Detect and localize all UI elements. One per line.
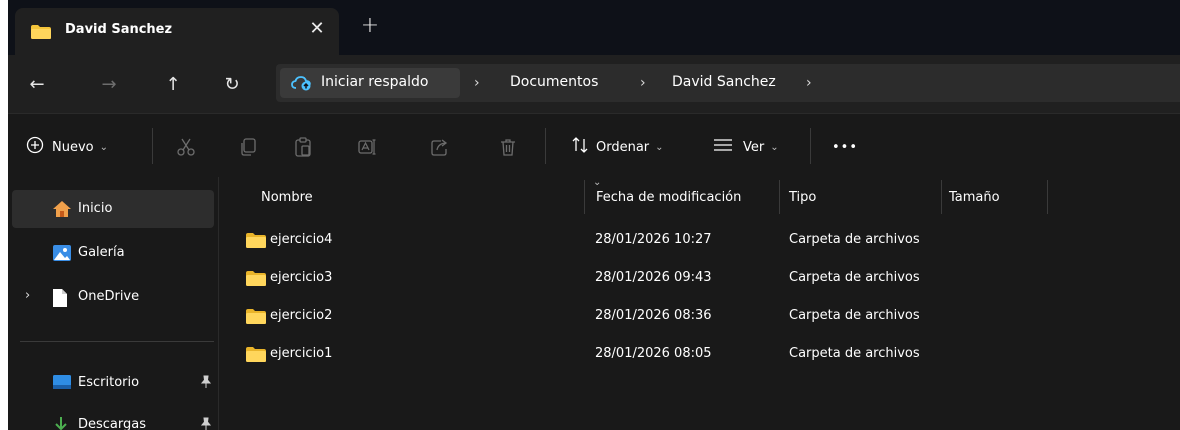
delete-icon[interactable] [498,137,520,159]
column-divider[interactable] [779,180,780,214]
rename-icon[interactable] [357,137,379,159]
onedrive-backup-icon [291,75,313,95]
file-type: Carpeta de archivos [789,232,920,247]
sidebar-item-inicio[interactable]: Inicio [12,190,214,228]
file-list: ⌄ Nombre Fecha de modificación Tipo Tama… [219,177,1180,430]
pin-icon[interactable] [200,417,212,430]
chevron-right-icon: › [474,75,480,91]
document-icon [52,288,68,312]
desktop-icon [52,374,72,394]
sidebar-item-label: Galería [78,245,125,260]
file-date: 28/01/2026 10:27 [595,232,712,247]
file-type: Carpeta de archivos [789,308,920,323]
home-icon [52,200,72,222]
folder-icon [245,232,267,253]
gallery-icon [52,244,72,266]
view-button[interactable]: Ver ⌄ [713,132,779,162]
column-divider[interactable] [1047,180,1048,214]
toolbar-divider [545,128,546,164]
chevron-down-icon: ⌄ [99,141,108,153]
folder-icon [245,346,267,367]
sort-indicator-icon: ⌄ [593,177,602,188]
crumb-documentos[interactable]: Documentos [510,74,598,90]
plus-circle-icon [26,136,44,158]
sidebar-item-onedrive[interactable]: › OneDrive [12,278,214,316]
share-icon[interactable] [430,137,452,159]
list-item[interactable]: ejercicio2 28/01/2026 08:36 Carpeta de a… [219,298,1180,336]
column-divider[interactable] [941,180,942,214]
view-label: Ver [743,139,765,155]
navigation-pane: Inicio Galería › OneDrive Escritorio Des… [8,177,219,430]
column-header-date[interactable]: Fecha de modificación [596,190,741,220]
file-type: Carpeta de archivos [789,346,920,361]
new-tab-button[interactable]: + [357,14,383,40]
new-label: Nuevo [52,139,94,155]
window-left-edge [0,0,8,430]
sidebar-item-escritorio[interactable]: Escritorio [12,364,214,402]
chevron-right-icon[interactable]: › [25,288,30,303]
file-name: ejercicio3 [270,270,333,285]
forward-button[interactable]: → [95,71,123,99]
sidebar-item-label: OneDrive [78,289,140,304]
sidebar-item-galeria[interactable]: Galería [12,234,214,272]
download-icon [52,416,70,430]
column-header-name[interactable]: Nombre [261,190,313,220]
address-bar[interactable]: Iniciar respaldo › Documentos › David Sa… [276,64,1180,102]
file-explorer-window: David Sanchez ✕ + ← → ↑ ↻ Iniciar respal… [0,0,1180,430]
refresh-button[interactable]: ↻ [218,71,246,99]
file-name: ejercicio1 [270,346,333,361]
cut-icon[interactable] [176,137,198,159]
toolbar-divider [152,128,153,164]
sidebar-item-label: Inicio [78,201,113,216]
column-header-size[interactable]: Tamaño [949,190,1000,220]
file-name: ejercicio2 [270,308,333,323]
sidebar-divider [20,341,214,342]
backup-label: Iniciar respaldo [321,74,429,90]
navigation-bar: ← → ↑ ↻ Iniciar respaldo › Documentos › … [0,55,1180,113]
toolbar-divider [810,128,811,164]
sort-button[interactable]: Ordenar ⌄ [571,132,664,162]
pin-icon[interactable] [200,375,212,392]
chevron-right-icon: › [640,75,646,91]
command-bar: Nuevo ⌄ Ordenar ⌄ Ver ⌄ ••• [0,113,1180,178]
view-list-icon [713,137,733,157]
sidebar-item-label: Descargas [78,417,147,430]
list-item[interactable]: ejercicio4 28/01/2026 10:27 Carpeta de a… [219,222,1180,260]
sort-icon [571,136,589,158]
close-icon[interactable]: ✕ [304,16,330,42]
sidebar-item-label: Escritorio [78,375,140,390]
chevron-down-icon: ⌄ [770,141,779,153]
file-date: 28/01/2026 09:43 [595,270,712,285]
tab-strip: David Sanchez ✕ + [0,0,1180,55]
backup-crumb[interactable]: Iniciar respaldo [280,68,460,98]
up-button[interactable]: ↑ [159,71,187,99]
copy-icon[interactable] [238,137,260,159]
paste-icon[interactable] [293,137,315,159]
file-date: 28/01/2026 08:05 [595,346,712,361]
sidebar-item-descargas[interactable]: Descargas [12,406,214,430]
list-item[interactable]: ejercicio3 28/01/2026 09:43 Carpeta de a… [219,260,1180,298]
file-name: ejercicio4 [270,232,333,247]
folder-icon [30,24,52,44]
chevron-down-icon: ⌄ [655,141,664,153]
folder-icon [245,308,267,329]
file-date: 28/01/2026 08:36 [595,308,712,323]
crumb-david-sanchez[interactable]: David Sanchez [672,74,776,90]
chevron-right-icon[interactable]: › [806,75,812,91]
folder-icon [245,270,267,291]
sort-label: Ordenar [596,139,650,155]
tab-title: David Sanchez [65,22,173,37]
file-type: Carpeta de archivos [789,270,920,285]
tab-david-sanchez[interactable]: David Sanchez ✕ [15,8,339,55]
column-header-type[interactable]: Tipo [789,190,816,220]
more-options-button[interactable]: ••• [832,132,858,162]
new-button[interactable]: Nuevo ⌄ [26,132,108,162]
list-item[interactable]: ejercicio1 28/01/2026 08:05 Carpeta de a… [219,336,1180,374]
column-divider[interactable] [584,180,585,214]
back-button[interactable]: ← [23,71,51,99]
